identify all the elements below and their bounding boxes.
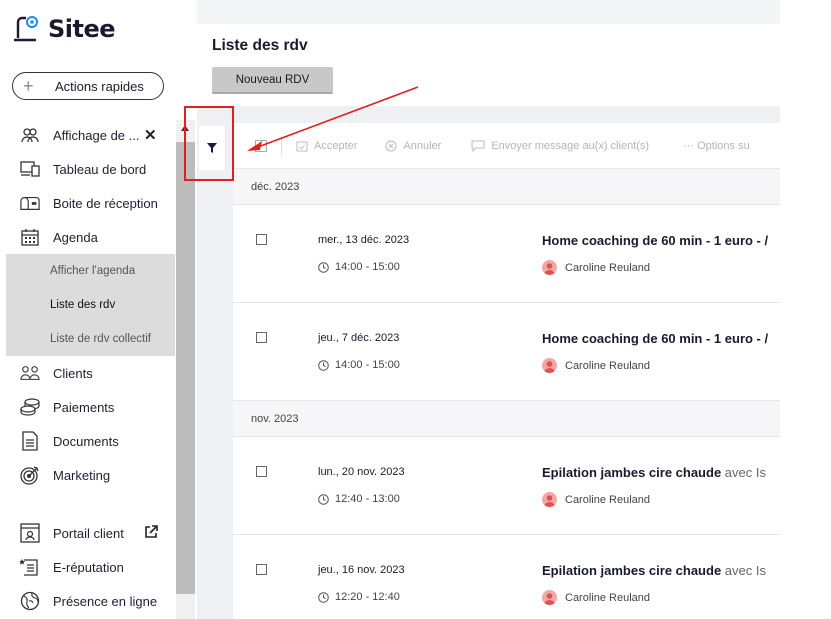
annotation-arrow-icon bbox=[247, 86, 419, 151]
